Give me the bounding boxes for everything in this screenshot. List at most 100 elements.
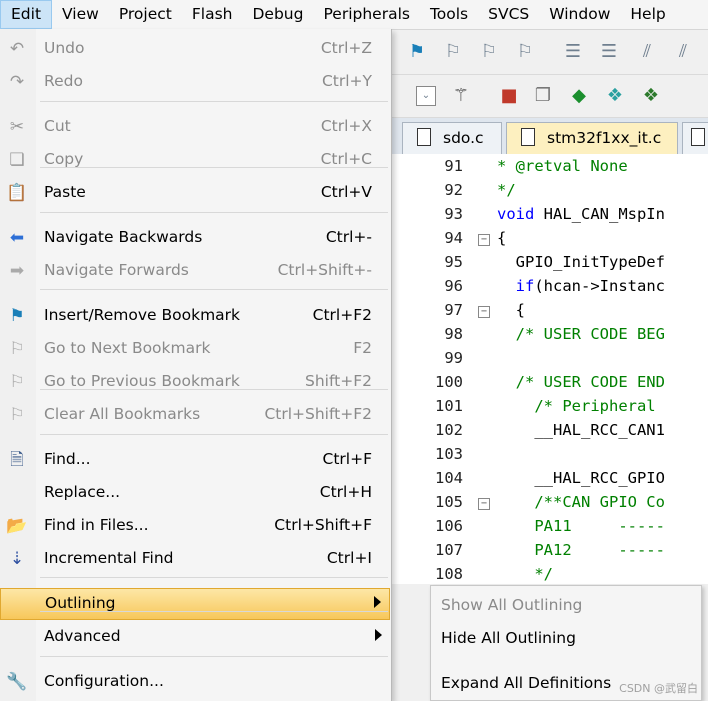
keyword: void — [497, 205, 535, 223]
menu-item-shortcut: Ctrl+- — [325, 228, 372, 246]
menu-item-go-to-previous-bookmark[interactable]: ⚐ Go to Previous Bookmark Shift+F2 — [0, 367, 390, 397]
menu-item-insert-remove-bookmark[interactable]: ⚑ Insert/Remove Bookmark Ctrl+F2 — [0, 301, 390, 331]
tab-more[interactable] — [682, 122, 708, 154]
menu-item-incremental-find[interactable]: ⇣ Incremental Find Ctrl+I — [0, 544, 390, 574]
menu-item-redo[interactable]: ↷ Redo Ctrl+Y — [0, 67, 390, 97]
keyword: if — [515, 277, 535, 295]
menu-tools[interactable]: Tools — [420, 0, 478, 29]
line-number: 91 — [444, 157, 463, 175]
menu-item-cut[interactable]: ✂ Cut Ctrl+X — [0, 112, 390, 142]
next-bookmark-icon[interactable]: ⚐ — [442, 41, 464, 63]
pack-installer-icon[interactable]: ◆ — [568, 85, 590, 107]
code-line: 94 −{ — [392, 229, 708, 253]
menu-edit[interactable]: Edit — [0, 0, 53, 29]
line-number: 104 — [435, 469, 463, 487]
menu-separator — [40, 212, 388, 213]
tab-sdo-c[interactable]: sdo.c — [402, 122, 502, 154]
code-text: PA11 ----- — [497, 517, 665, 535]
manage-components-icon[interactable]: ■ — [498, 85, 520, 107]
menu-window[interactable]: Window — [539, 0, 620, 29]
fold-toggle-icon[interactable]: − — [478, 498, 490, 510]
code-text: void HAL_CAN_MspIn — [497, 205, 665, 223]
menu-separator — [40, 611, 388, 612]
code-line: 105 − /**CAN GPIO Co — [392, 493, 708, 517]
redo-icon: ↷ — [9, 72, 25, 92]
menu-debug[interactable]: Debug — [243, 0, 314, 29]
menu-item-outlining[interactable]: Outlining — [0, 588, 390, 620]
previous-bookmark-icon: ⚐ — [9, 372, 25, 392]
comment-icon[interactable]: ⫽ — [636, 41, 658, 63]
clear-bookmarks-icon[interactable]: ⚐ — [514, 41, 536, 63]
menu-item-undo[interactable]: ↶ Undo Ctrl+Z — [0, 34, 390, 64]
undo-icon: ↶ — [9, 39, 25, 59]
menu-peripherals[interactable]: Peripherals — [313, 0, 419, 29]
indent-icon[interactable]: ☰ — [562, 41, 584, 63]
menu-item-shortcut: Ctrl+F2 — [312, 306, 372, 324]
menu-item-paste[interactable]: 📋 Paste Ctrl+V — [0, 178, 390, 208]
watermark: CSDN @武留白 — [619, 682, 698, 695]
menu-item-find[interactable]: 🗎 Find... Ctrl+F — [0, 445, 390, 475]
bookmark-flag-icon: ⚑ — [9, 306, 25, 326]
bookmark-flag-icon[interactable]: ⚑ — [406, 41, 428, 63]
copy-icon: ❏ — [9, 150, 25, 170]
menu-help[interactable]: Help — [620, 0, 675, 29]
code-text: /* Peripheral — [497, 397, 665, 415]
menu-item-label: Redo — [44, 72, 83, 90]
menu-item-navigate-forwards[interactable]: ➡ Navigate Forwards Ctrl+Shift+- — [0, 256, 390, 286]
toolbar-bookmarks: ⚑ ⚐ ⚐ ⚐ ☰ ☰ ⫽ ⫽ — [392, 30, 708, 75]
fold-toggle-icon[interactable]: − — [478, 306, 490, 318]
hide-all-outlining-item[interactable]: Hide All Outlining — [441, 629, 576, 647]
magic-wand-icon[interactable]: ⚚ — [450, 85, 472, 107]
menu-item-advanced[interactable]: Advanced — [0, 622, 390, 652]
tab-label: sdo.c — [443, 129, 484, 147]
menu-item-configuration[interactable]: 🔧 Configuration... — [0, 667, 390, 697]
menu-flash[interactable]: Flash — [182, 0, 243, 29]
menu-item-navigate-backwards[interactable]: ⬅ Navigate Backwards Ctrl+- — [0, 223, 390, 253]
code-line: 91 * @retval None — [392, 157, 708, 181]
menu-item-copy[interactable]: ❏ Copy Ctrl+C — [0, 145, 390, 175]
line-number: 99 — [444, 349, 463, 367]
menu-item-label: Outlining — [45, 594, 116, 612]
rte-icon[interactable]: ❖ — [640, 85, 662, 107]
menu-item-shortcut: Ctrl+X — [320, 117, 372, 135]
menu-item-clear-all-bookmarks[interactable]: ⚐ Clear All Bookmarks Ctrl+Shift+F2 — [0, 400, 390, 430]
file-icon — [691, 128, 705, 146]
menu-item-shortcut: Ctrl+Shift+- — [277, 261, 372, 279]
chevron-down-icon[interactable]: ⌄ — [416, 86, 436, 106]
menu-item-shortcut: Ctrl+Shift+F2 — [264, 405, 372, 423]
menu-svcs[interactable]: SVCS — [478, 0, 539, 29]
code-text: * @retval None — [497, 157, 628, 175]
code-editor[interactable]: 91 * @retval None 92 */ 93 void HAL_CAN_MspIn… — [392, 154, 708, 584]
menu-item-go-to-next-bookmark[interactable]: ⚐ Go to Next Bookmark F2 — [0, 334, 390, 364]
menu-view[interactable]: View — [52, 0, 109, 29]
code-text: /* USER CODE BEG — [497, 325, 665, 343]
editor-tabs: sdo.c stm32f1xx_it.c — [392, 118, 708, 154]
menu-item-find-in-files[interactable]: 📂 Find in Files... Ctrl+Shift+F — [0, 511, 390, 541]
fold-toggle-icon[interactable]: − — [478, 234, 490, 246]
unindent-icon[interactable]: ☰ — [598, 41, 620, 63]
arrow-right-icon: ➡ — [9, 261, 25, 281]
menu-item-label: Undo — [44, 39, 85, 57]
menu-item-replace[interactable]: Replace... Ctrl+H — [0, 478, 390, 508]
submenu-arrow-icon — [375, 629, 382, 641]
tab-stm32f1xx-it-c[interactable]: stm32f1xx_it.c — [506, 122, 678, 154]
scissors-icon: ✂ — [9, 117, 25, 137]
code-line: 106 PA11 ----- — [392, 517, 708, 541]
code-line: 93 void HAL_CAN_MspIn — [392, 205, 708, 229]
menu-item-label: Find... — [44, 450, 91, 468]
code-line: 97 − { — [392, 301, 708, 325]
uncomment-icon[interactable]: ⫽ — [672, 41, 694, 63]
expand-all-definitions-item[interactable]: Expand All Definitions — [441, 674, 611, 692]
show-all-outlining-item[interactable]: Show All Outlining — [441, 596, 582, 614]
windows-icon[interactable]: ❐ — [532, 85, 554, 107]
diamond-icon[interactable]: ❖ — [604, 85, 626, 107]
line-number: 103 — [435, 445, 463, 463]
menu-project[interactable]: Project — [109, 0, 182, 29]
menu-item-shortcut: Ctrl+C — [320, 150, 372, 168]
code-line: 92 */ — [392, 181, 708, 205]
menu-separator — [40, 289, 388, 290]
line-number: 94 — [444, 229, 463, 247]
menu-item-label: Paste — [44, 183, 86, 201]
previous-bookmark-icon[interactable]: ⚐ — [478, 41, 500, 63]
line-number: 106 — [435, 517, 463, 535]
